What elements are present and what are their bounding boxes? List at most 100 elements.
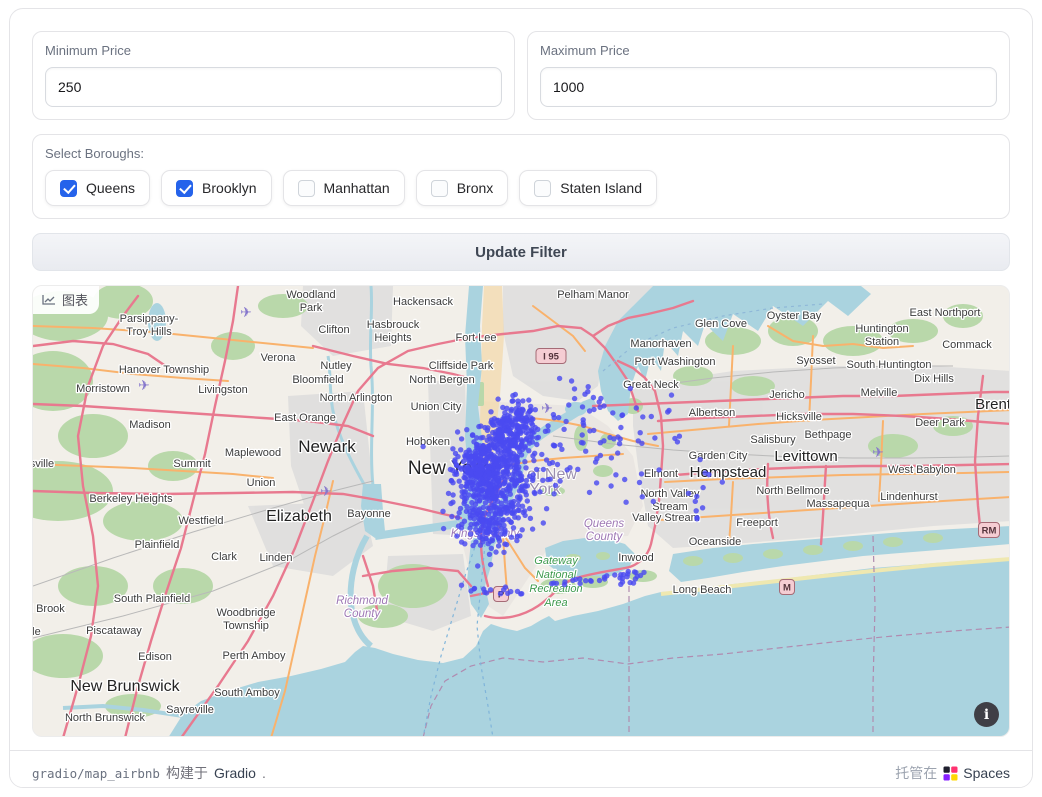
airport-icon: ✈ (240, 304, 252, 320)
borough-checkbox-manhattan[interactable]: Manhattan (282, 170, 405, 206)
map-canvas[interactable]: Parsippany-Troy Hills Hanover Township Mor… (33, 286, 1010, 737)
map-place-label: Area (543, 597, 567, 609)
borough-checkbox-bronx[interactable]: Bronx (415, 170, 509, 206)
map-place-label: Troy Hills (126, 326, 172, 338)
map-place-label: ille (33, 626, 41, 638)
borough-checkbox-group: Queens Brooklyn Manhattan Bronx Staten Islan… (45, 170, 997, 206)
map-place-label: Perth Amboy (223, 650, 286, 662)
map-place-label: Bethpage (804, 429, 851, 441)
map-place-label: West Babylon (888, 464, 956, 476)
checkbox-icon[interactable] (534, 179, 552, 197)
map-place-label: Elizabeth (266, 508, 332, 525)
map-place-label: Linden (259, 552, 292, 564)
map-place-label: Richmond (336, 595, 388, 607)
hosted-on-text: 托管在 (895, 765, 938, 781)
map-place-label: South Huntington (846, 359, 931, 371)
map-place-label: Massapequa (807, 498, 871, 510)
map-place-label: Inwood (618, 552, 653, 564)
map-place-label: ardsville (33, 458, 54, 470)
map-place-label: County (344, 608, 382, 620)
map-place-label: Verona (261, 352, 297, 364)
map-place-label: Bound Brook (33, 603, 65, 615)
map-place-label: North Arlington (320, 392, 393, 404)
map-place-label: Hoboken (406, 436, 450, 448)
borough-label: Bronx (456, 180, 494, 196)
update-filter-button[interactable]: Update Filter (32, 233, 1010, 271)
map-place-label: Hanover Township (119, 364, 209, 376)
map-place-label: Huntington (855, 323, 908, 335)
map-place-label: Maplewood (225, 447, 281, 459)
map-place-label: Woodbridge (216, 607, 275, 619)
map-place-label: Port Washington (635, 356, 716, 368)
checkbox-icon[interactable] (430, 179, 448, 197)
map-place-label: Bayonne (347, 508, 390, 520)
price-filter-row: Minimum Price Maximum Price (32, 31, 1010, 120)
map-place-label: Parsippany- (120, 313, 179, 325)
borough-checkbox-staten-island[interactable]: Staten Island (519, 170, 657, 206)
map-place-label: Park (300, 302, 323, 314)
borough-label: Brooklyn (202, 180, 257, 196)
checkbox-icon[interactable] (176, 179, 194, 197)
borough-checkbox-queens[interactable]: Queens (45, 170, 151, 206)
map-place-label: Commack (942, 339, 992, 351)
spaces-label: Spaces (963, 765, 1010, 781)
boroughs-label: Select Boroughs: (45, 146, 145, 161)
map-plot: Parsippany- Troy Hills Hanover Township Mor… (32, 285, 1010, 737)
map-place-label: Lindenhurst (880, 491, 938, 503)
footer: gradio/map_airbnb 构建于 Gradio. 托管在 Spaces (10, 750, 1032, 787)
footer-left: gradio/map_airbnb 构建于 Gradio. (32, 763, 266, 783)
map-place-label: Edison (138, 651, 172, 663)
borough-label: Queens (86, 180, 136, 196)
map-place-label: Station (865, 336, 899, 348)
map-place-label: Morristown (76, 383, 130, 395)
min-price-label: Minimum Price (45, 43, 131, 58)
footer-right: 托管在 Spaces (895, 763, 1010, 783)
main-content: Minimum Price Maximum Price Select Borou… (10, 9, 1032, 737)
map-place-label: Freeport (736, 517, 778, 529)
map-place-label: South Plainfield (114, 593, 190, 605)
map-place-label: Westfield (178, 515, 223, 527)
map-place-label: Pelham Manor (557, 289, 629, 301)
gradio-link[interactable]: Gradio (214, 765, 256, 781)
min-price-input[interactable] (45, 67, 502, 107)
checkbox-icon[interactable] (297, 179, 315, 197)
map-place-label: Hempstead (690, 464, 767, 481)
svg-text:I 95: I 95 (543, 352, 560, 363)
map-place-label: Valley Stream (632, 512, 700, 524)
map-place-label: Union (247, 477, 276, 489)
route-shield: M (779, 579, 795, 595)
airport-icon: ✈ (138, 377, 150, 393)
map-place-label: Union City (411, 401, 462, 413)
map-place-label: Clifton (318, 324, 349, 336)
spaces-link[interactable]: Spaces (943, 765, 1010, 781)
borough-label: Staten Island (560, 180, 642, 196)
plot-label-badge: 图表 (33, 286, 100, 314)
plot-badge-label: 图表 (62, 293, 89, 308)
map-place-label: Salisbury (750, 434, 796, 446)
borough-checkbox-brooklyn[interactable]: Brooklyn (161, 170, 272, 206)
map-place-label: Cliffside Park (429, 360, 494, 372)
map-place-label: Levittown (774, 448, 837, 465)
map-place-label: Newark (298, 437, 356, 456)
map-place-label: Brentwood (975, 396, 1010, 413)
map-place-label: East Orange (274, 412, 336, 424)
map-place-label: Summit (173, 458, 210, 470)
map-place-label: Glen Cove (695, 318, 747, 330)
boroughs-panel: Select Boroughs: Queens Brooklyn Manhattan… (32, 134, 1010, 219)
map-place-label: Hicksville (776, 411, 822, 423)
route-shield: RM (978, 522, 1000, 538)
max-price-input[interactable] (540, 67, 997, 107)
map-place-label: County (586, 531, 624, 543)
map-place-label: Berkeley Heights (89, 493, 173, 505)
map-place-label: Long Beach (673, 584, 732, 596)
map-place-label: Melville (861, 387, 898, 399)
map-attribution-button[interactable]: i (974, 702, 999, 727)
map-place-label: Gateway (534, 555, 579, 567)
map-place-label: Queens (584, 518, 625, 530)
footer-period: . (261, 765, 266, 781)
map-place-label: Fort Lee (456, 332, 497, 344)
built-with-text: 构建于 (165, 765, 208, 781)
route-shield: I 95 (535, 348, 567, 364)
map-place-label: Albertson (689, 407, 735, 419)
checkbox-icon[interactable] (60, 179, 77, 197)
